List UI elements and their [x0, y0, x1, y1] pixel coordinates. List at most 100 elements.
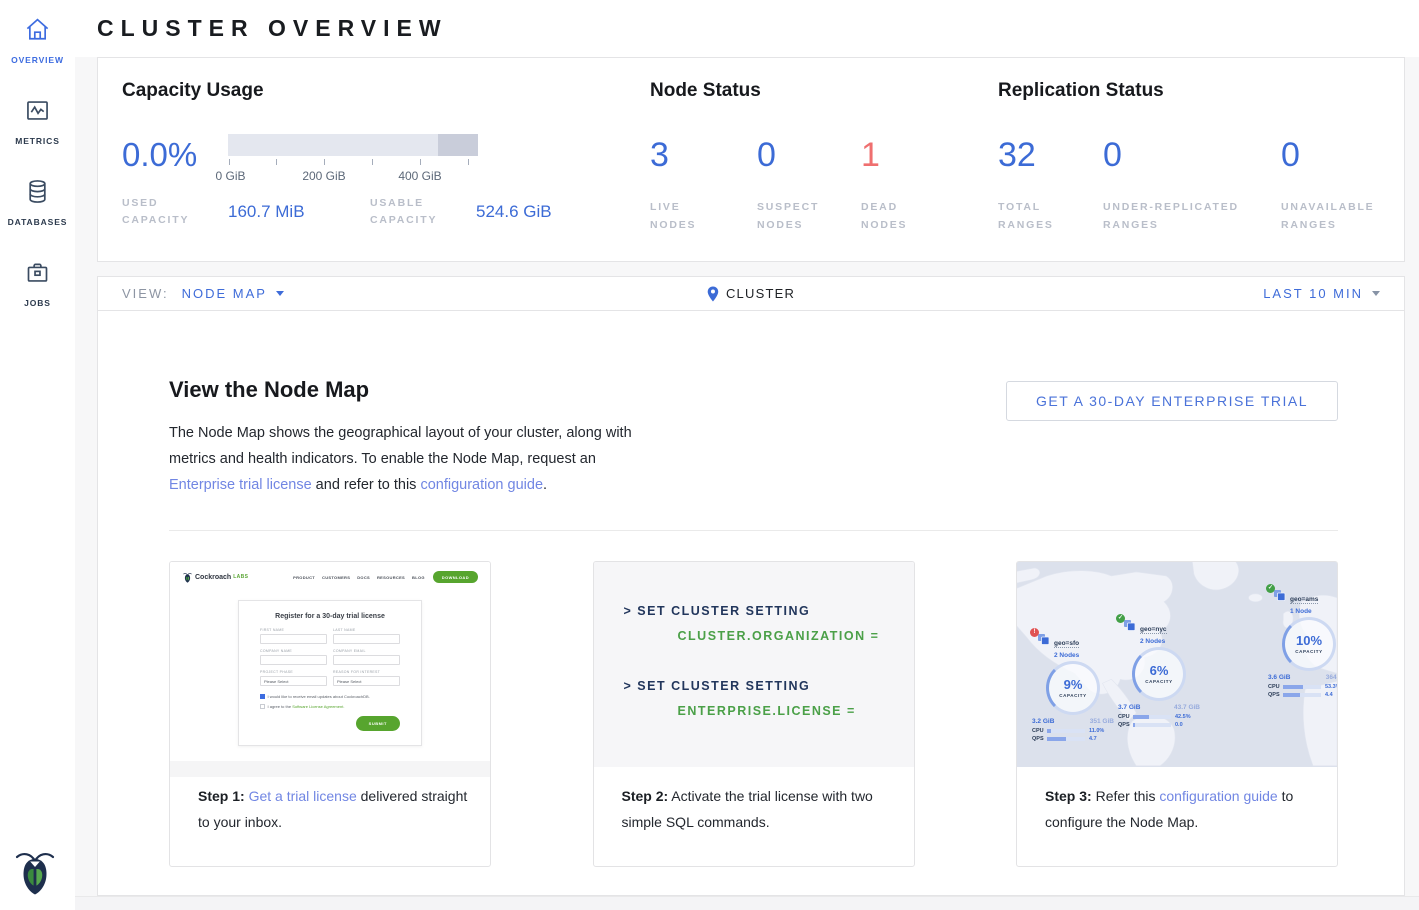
live-nodes-value: 3	[650, 132, 757, 172]
company-email-field	[333, 655, 400, 665]
qps-bar	[1283, 693, 1321, 697]
total-ranges-stat: 32 TOTALRANGES	[998, 132, 1103, 234]
axis-tick-label: 400 GiB	[398, 169, 441, 183]
footer-strip	[75, 896, 1419, 910]
capacity-axis-labels: 0 GiB 200 GiB 400 GiB	[228, 169, 478, 183]
submit-button: SUBMIT	[356, 716, 400, 731]
cpu-bar	[1133, 715, 1171, 719]
trial-license-form: Register for a 30-day trial license FIRS…	[238, 600, 422, 746]
license-agreement-checkbox: I agree to the Software License Agreemen…	[260, 704, 400, 709]
sidebar-item-label: OVERVIEW	[11, 55, 64, 65]
view-selector-dropdown[interactable]: NODE MAP	[169, 286, 284, 301]
capacity-axis-ticks	[228, 159, 478, 166]
view-label: VIEW:	[122, 286, 169, 301]
used-capacity-label: USED CAPACITY	[122, 195, 228, 229]
chevron-down-icon	[1372, 291, 1380, 296]
cluster-summary-panel: Capacity Usage 0.0% 0	[97, 57, 1405, 262]
sidebar: OVERVIEW METRICS DATABASES JOBS	[0, 0, 75, 910]
time-range-dropdown[interactable]: LAST 10 MIN	[1263, 286, 1380, 301]
axis-tick-label: 200 GiB	[302, 169, 345, 183]
page-header: CLUSTER OVERVIEW	[75, 0, 1419, 57]
capacity-bar-chart: 0 GiB 200 GiB 400 GiB	[228, 132, 478, 183]
node-map-panel: View the Node Map The Node Map shows the…	[97, 311, 1405, 896]
sidebar-item-label: JOBS	[24, 298, 51, 308]
sidebar-item-overview[interactable]: OVERVIEW	[0, 16, 75, 65]
sidebar-item-label: METRICS	[15, 136, 60, 146]
checkbox-checked-icon	[260, 694, 265, 699]
sql-statement: > SET CLUSTER SETTING	[624, 679, 914, 693]
locality-node-count: 2 Nodes	[1054, 652, 1079, 659]
sidebar-item-label: DATABASES	[8, 217, 68, 227]
locality-name: geo=sfo	[1054, 640, 1079, 648]
sql-argument: CLUSTER.ORGANIZATION =	[678, 629, 914, 643]
metrics-chart-icon	[24, 97, 51, 129]
breadcrumb[interactable]: CLUSTER	[707, 286, 795, 302]
locality-name: geo=nyc	[1140, 626, 1167, 634]
chevron-down-icon	[276, 291, 284, 296]
warning-icon: !	[1030, 628, 1039, 637]
home-icon	[24, 16, 51, 48]
enterprise-trial-button[interactable]: GET A 30-DAY ENTERPRISE TRIAL	[1006, 381, 1338, 421]
nodes-icon	[1123, 618, 1136, 631]
node-status-title: Node Status	[650, 80, 998, 102]
qps-bar	[1133, 723, 1171, 727]
main-content: CLUSTER OVERVIEW Capacity Usage 0.0%	[75, 0, 1419, 910]
reason-select: Please Select	[333, 676, 400, 686]
unavailable-ranges-value: 0	[1281, 132, 1375, 172]
cpu-bar	[1283, 685, 1321, 689]
capacity-bar-available-segment	[228, 134, 438, 156]
register-page-screenshot: Cockroach LABS PRODUCT CUSTOMERS DOCS RE…	[170, 562, 490, 767]
capacity-bar	[228, 134, 478, 156]
locality-node-count: 2 Nodes	[1140, 638, 1167, 645]
configuration-guide-link[interactable]: configuration guide	[1159, 788, 1277, 804]
unavailable-ranges-label: UNAVAILABLERANGES	[1281, 198, 1375, 234]
site-nav: PRODUCT CUSTOMERS DOCS RESOURCES BLOG	[286, 575, 425, 580]
configuration-guide-link[interactable]: configuration guide	[420, 477, 543, 493]
project-phase-select: Please Select	[260, 676, 327, 686]
node-status-section: Node Status 3 LIVENODES 0 SUSPECTNODES 1	[650, 80, 998, 239]
capacity-gauge: 6% CAPACITY	[1132, 647, 1186, 701]
locality-ams: ✓ geo=ams1 Node 10% CAPACITY 3.6 GiB364 …	[1265, 588, 1338, 700]
total-ranges-value: 32	[998, 132, 1103, 172]
cockroachdb-logo	[15, 848, 55, 894]
capacity-percent-value: 0.0%	[122, 132, 228, 183]
total-ranges-label: TOTALRANGES	[998, 198, 1103, 234]
download-button: DOWNLOAD	[433, 571, 478, 583]
dead-nodes-value: 1	[861, 132, 907, 172]
replication-status-title: Replication Status	[998, 80, 1380, 102]
mock-page-footer	[170, 761, 490, 777]
form-title: Register for a 30-day trial license	[260, 613, 400, 620]
sidebar-item-databases[interactable]: DATABASES	[0, 178, 75, 227]
dead-nodes-stat: 1 DEADNODES	[861, 132, 907, 234]
cpu-bar	[1047, 729, 1085, 733]
briefcase-icon	[24, 259, 51, 291]
sidebar-item-metrics[interactable]: METRICS	[0, 97, 75, 146]
used-capacity-value: 160.7 MiB	[228, 202, 370, 222]
check-icon: ✓	[1266, 584, 1275, 593]
get-trial-license-link[interactable]: Get a trial license	[249, 788, 357, 804]
sidebar-item-jobs[interactable]: JOBS	[0, 259, 75, 308]
time-range-value: LAST 10 MIN	[1263, 286, 1363, 301]
under-replicated-ranges-stat: 0 UNDER-REPLICATEDRANGES	[1103, 132, 1281, 234]
usable-capacity-value: 524.6 GiB	[476, 202, 552, 222]
step2-card: > SET CLUSTER SETTING CLUSTER.ORGANIZATI…	[593, 561, 915, 867]
step2-caption: Step 2: Activate the trial license with …	[594, 767, 914, 866]
enterprise-trial-license-link[interactable]: Enterprise trial license	[169, 477, 312, 493]
company-name-field	[260, 655, 327, 665]
check-icon: ✓	[1116, 614, 1125, 623]
first-name-field	[260, 634, 327, 644]
locality-nyc: ✓ geo=nyc2 Nodes 6% CAPACITY 3.7 GiB43.7…	[1115, 618, 1203, 730]
step3-card: ! geo=sfo2 Nodes 9% CAPACITY 3.2 GiB351 …	[1016, 561, 1338, 867]
suspect-nodes-label: SUSPECTNODES	[757, 198, 861, 234]
node-map-heading: View the Node Map	[169, 377, 643, 403]
sql-commands-figure: > SET CLUSTER SETTING CLUSTER.ORGANIZATI…	[594, 562, 914, 767]
unavailable-ranges-stat: 0 UNAVAILABLERANGES	[1281, 132, 1375, 234]
view-selected-value: NODE MAP	[182, 286, 267, 301]
capacity-usage-section: Capacity Usage 0.0% 0	[122, 80, 650, 239]
axis-tick-label: 0 GiB	[215, 169, 245, 183]
step3-caption: Step 3: Refer this configuration guide t…	[1017, 767, 1337, 866]
nodes-icon	[1037, 632, 1050, 645]
capacity-usage-title: Capacity Usage	[122, 80, 650, 102]
cockroach-labs-logo: Cockroach LABS	[183, 572, 248, 583]
breadcrumb-label: CLUSTER	[726, 286, 795, 301]
